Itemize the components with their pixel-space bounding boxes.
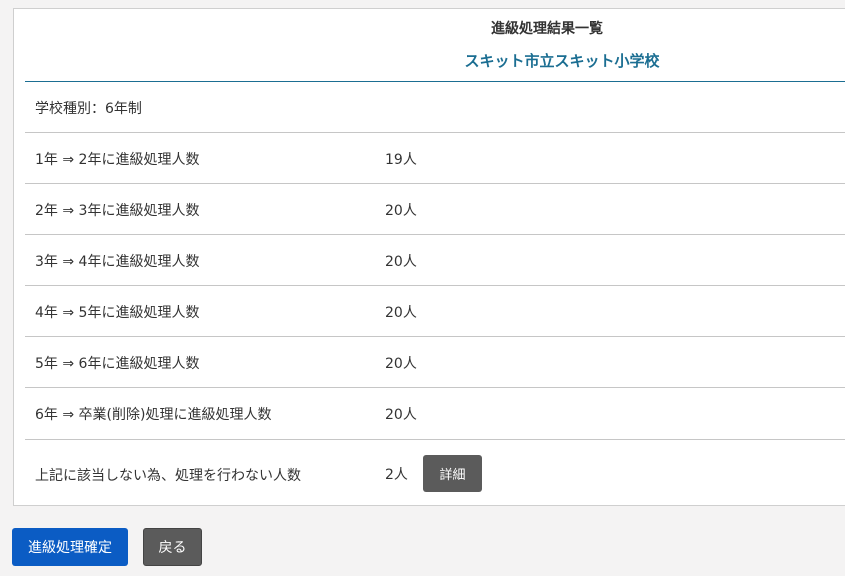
row-count: 2人: [385, 467, 408, 483]
table-row: 6年 ⇒ 卒業(削除)処理に進級処理人数 20人: [25, 388, 845, 440]
row-label: 上記に該当しない為、処理を行わない人数: [35, 468, 301, 484]
row-count: 20人: [385, 203, 417, 219]
school-type-label: 学校種別：6年制: [35, 101, 142, 117]
table-row: 上記に該当しない為、処理を行わない人数 2人 詳細: [25, 440, 845, 506]
row-count: 20人: [385, 356, 417, 372]
row-count: 20人: [385, 407, 417, 423]
row-label: 2年 ⇒ 3年に進級処理人数: [35, 203, 200, 219]
row-label: 5年 ⇒ 6年に進級処理人数: [35, 356, 200, 372]
row-count: 19人: [385, 152, 417, 168]
table-row: 1年 ⇒ 2年に進級処理人数 19人: [25, 133, 845, 184]
row-count: 20人: [385, 305, 417, 321]
table-row: 5年 ⇒ 6年に進級処理人数 20人: [25, 337, 845, 388]
school-type-row: 学校種別：6年制: [25, 82, 845, 133]
row-count: 20人: [385, 254, 417, 270]
table-row: 2年 ⇒ 3年に進級処理人数 20人: [25, 184, 845, 235]
row-label: 6年 ⇒ 卒業(削除)処理に進級処理人数: [35, 407, 272, 423]
table-row: 4年 ⇒ 5年に進級処理人数 20人: [25, 286, 845, 337]
back-button[interactable]: 戻る: [143, 528, 202, 566]
table-row: 3年 ⇒ 4年に進級処理人数 20人: [25, 235, 845, 286]
result-panel: 進級処理結果一覧 スキット市立スキット小学校 学校種別：6年制 1年 ⇒ 2年に…: [13, 8, 845, 506]
page-title: 進級処理結果一覧: [491, 21, 603, 37]
row-label: 3年 ⇒ 4年に進級処理人数: [35, 254, 200, 270]
confirm-promotion-button[interactable]: 進級処理確定: [12, 528, 128, 566]
school-name: スキット市立スキット小学校: [464, 52, 660, 70]
detail-button[interactable]: 詳細: [423, 455, 482, 492]
row-label: 4年 ⇒ 5年に進級処理人数: [35, 305, 200, 321]
row-label: 1年 ⇒ 2年に進級処理人数: [35, 152, 200, 168]
